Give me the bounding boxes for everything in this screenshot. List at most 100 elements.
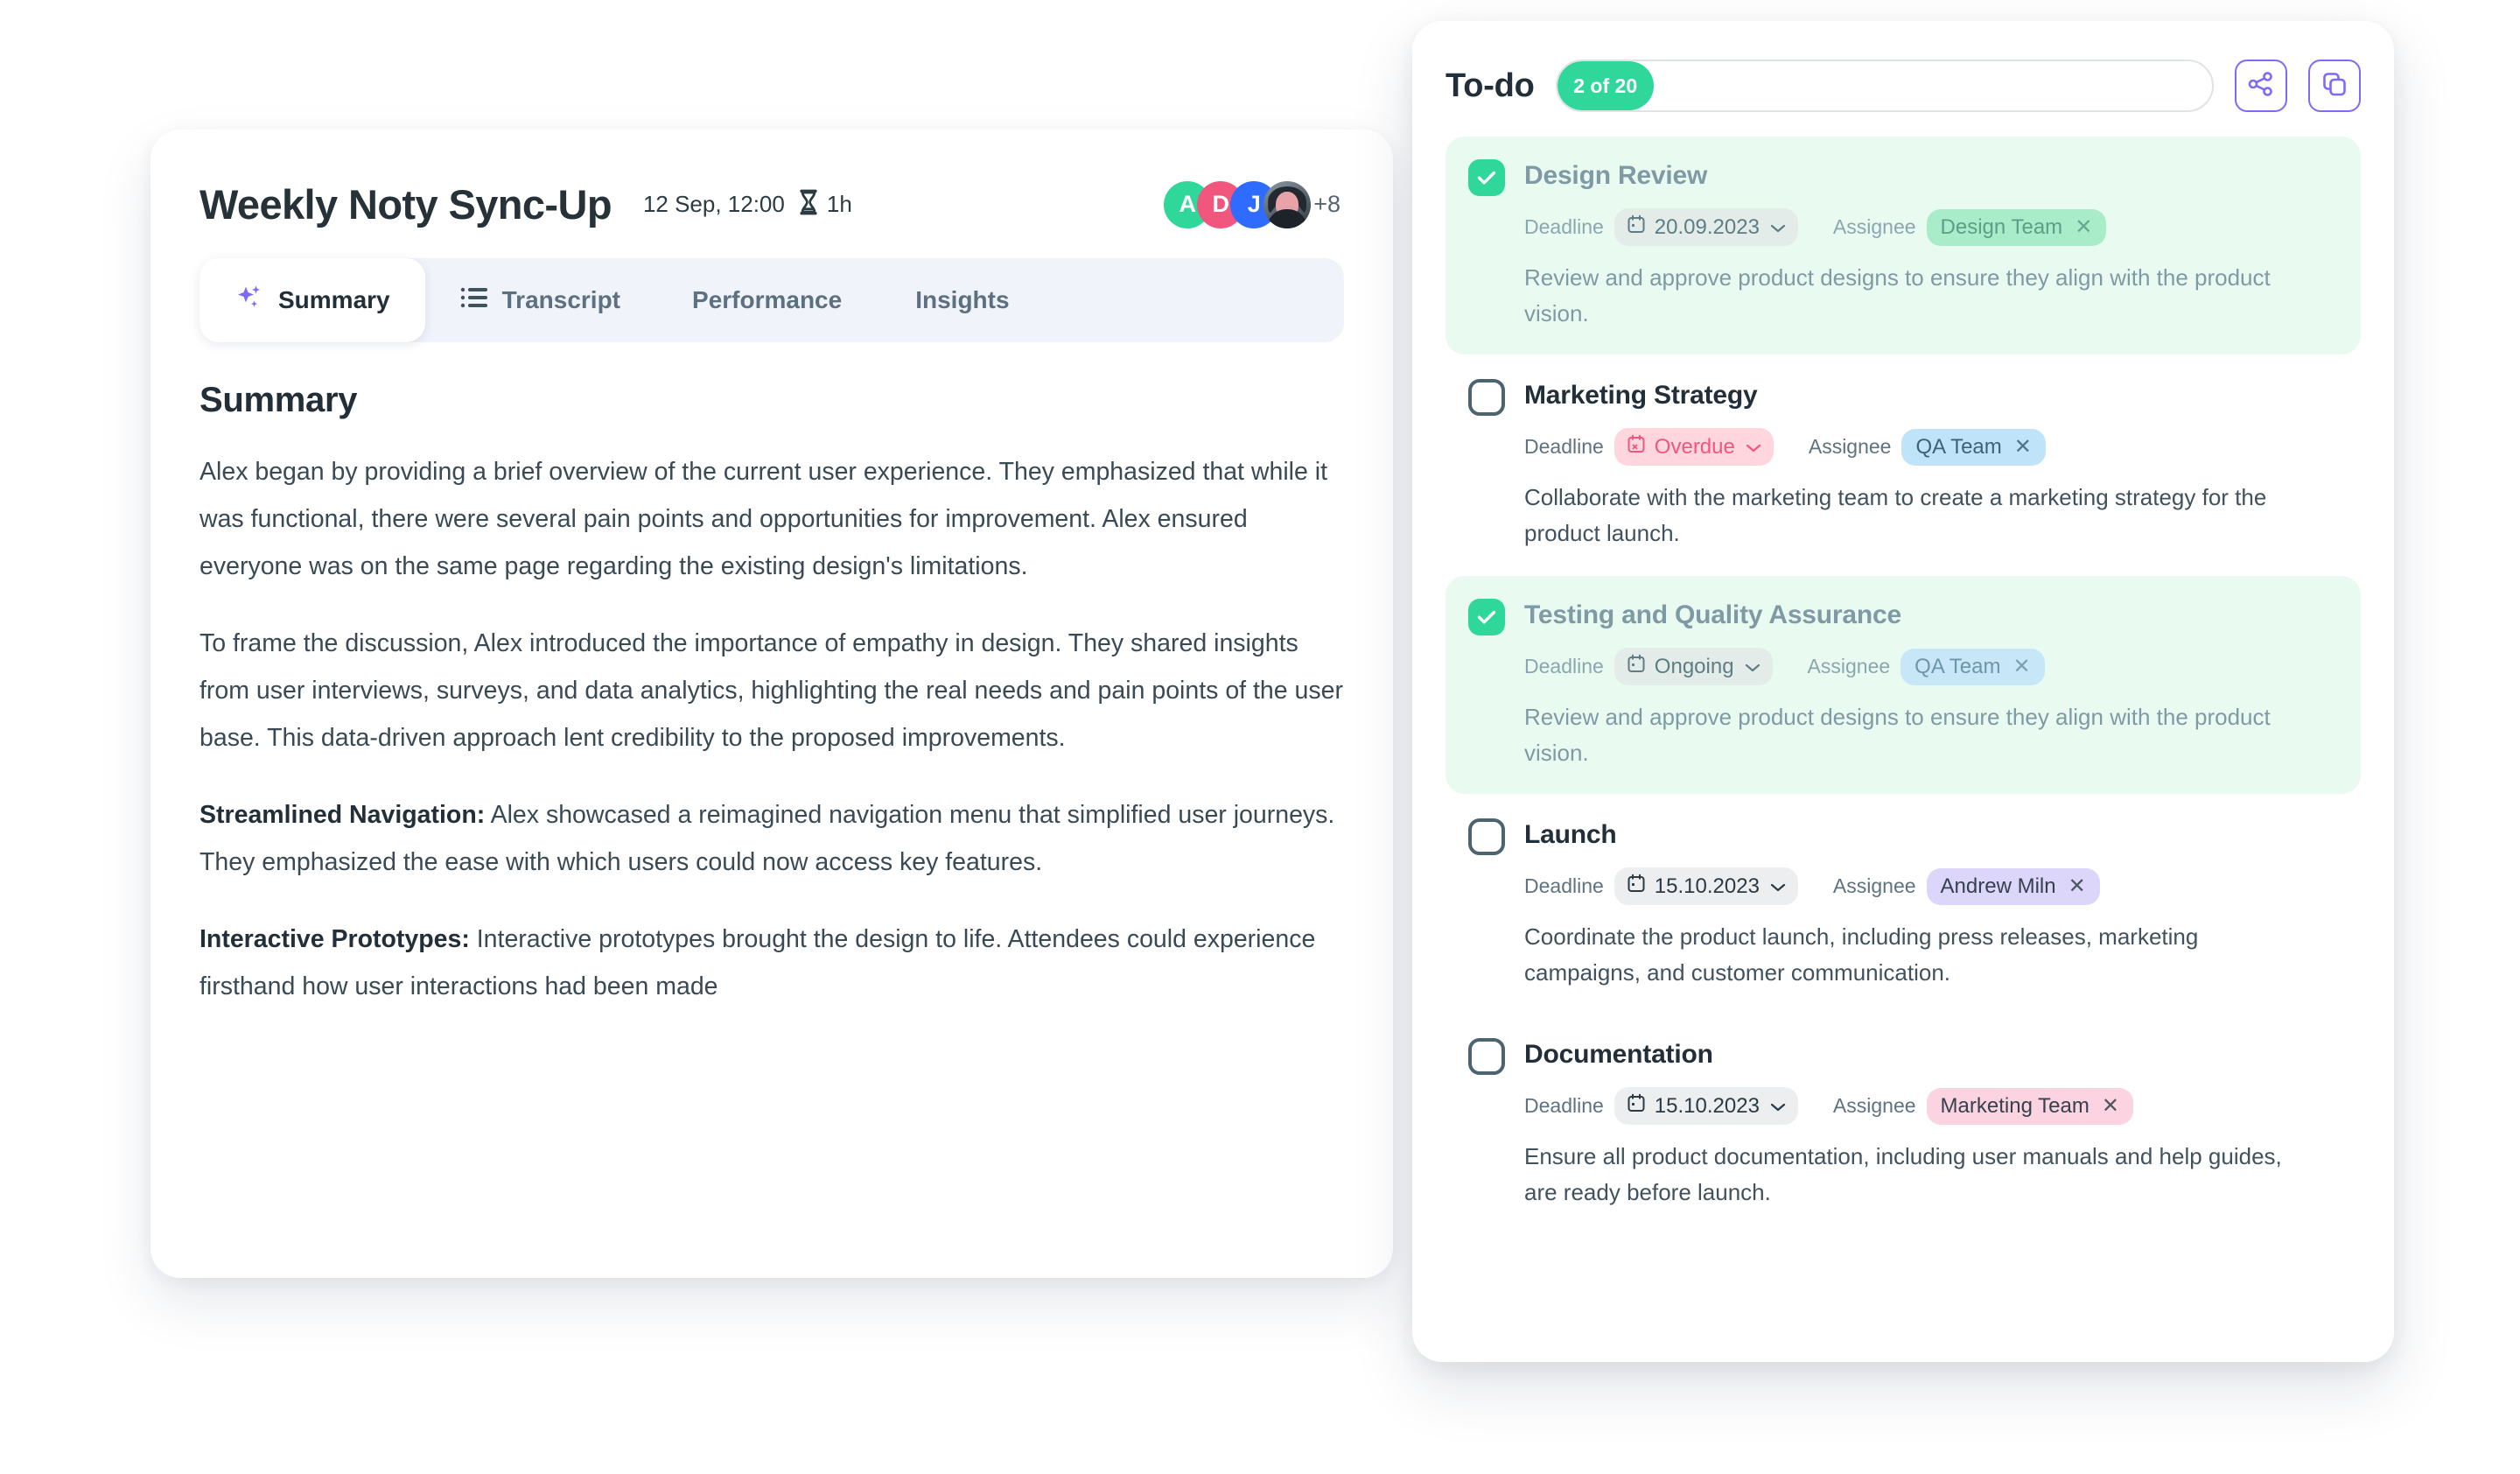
tab-performance[interactable]: Performance — [655, 258, 878, 342]
meeting-card: Weekly Noty Sync-Up 12 Sep, 12:00 1h A D… — [150, 130, 1393, 1278]
todo-checkbox-checked[interactable] — [1468, 159, 1505, 196]
todo-item[interactable]: Design Review Deadline 20.09.2023 Assign… — [1446, 137, 2361, 354]
assignee-chip[interactable]: QA Team ✕ — [1900, 648, 2045, 685]
tab-label: Insights — [915, 286, 1010, 313]
todo-checkbox-unchecked[interactable] — [1468, 818, 1505, 855]
remove-assignee-icon[interactable]: ✕ — [2102, 1095, 2119, 1117]
assignee-label: Assignee — [1808, 435, 1892, 458]
todo-item-body: Marketing Strategy Deadline Overdue Assi… — [1524, 377, 2338, 466]
todo-item[interactable]: Launch Deadline 15.10.2023 Assignee Andr… — [1446, 796, 2361, 1014]
summary-paragraph: Interactive Prototypes: Interactive prot… — [200, 916, 1344, 1010]
deadline-chip-overdue[interactable]: Overdue — [1614, 428, 1774, 466]
deadline-chip[interactable]: Ongoing — [1614, 648, 1773, 685]
deadline-label: Deadline — [1524, 215, 1604, 238]
deadline-value: 20.09.2023 — [1654, 214, 1760, 239]
assignee-label: Assignee — [1832, 1094, 1916, 1117]
avatar-initial: J — [1247, 191, 1261, 217]
todo-item-fields: Deadline 20.09.2023 Assignee Design Team… — [1524, 208, 2338, 246]
assignee-name: QA Team — [1914, 654, 2001, 678]
remove-assignee-icon[interactable]: ✕ — [2014, 436, 2032, 458]
todo-progress-fill: 2 of 20 — [1557, 61, 1654, 110]
todo-item-title: Documentation — [1524, 1040, 1713, 1069]
tab-insights[interactable]: Insights — [878, 258, 1046, 342]
todo-progress-bar: 2 of 20 — [1555, 60, 2214, 112]
assignee-name: Design Team — [1940, 214, 2063, 239]
avatar-photo[interactable] — [1264, 180, 1312, 228]
tab-summary[interactable]: Summary — [200, 258, 425, 342]
tab-label: Performance — [692, 286, 843, 313]
tab-bar: Summary Transcript Performance Insights — [200, 258, 1344, 342]
chevron-down-icon — [1770, 215, 1786, 240]
assignee-chip[interactable]: Design Team ✕ — [1926, 208, 2107, 246]
summary-paragraph: Streamlined Navigation: Alex showcased a… — [200, 791, 1344, 886]
todo-item-description: Review and approve product designs to en… — [1524, 704, 2271, 766]
calendar-icon — [1627, 1093, 1646, 1119]
avatar-initial: D — [1212, 191, 1229, 217]
calendar-icon — [1627, 654, 1646, 679]
meeting-date: 12 Sep, 12:00 — [642, 191, 785, 217]
todo-item-body: Launch Deadline 15.10.2023 Assignee Andr… — [1524, 817, 2338, 905]
todo-checkbox-unchecked[interactable] — [1468, 379, 1505, 416]
sparkle-icon — [234, 283, 264, 319]
hourglass-icon — [797, 188, 820, 221]
meeting-duration: 1h — [826, 191, 852, 217]
remove-assignee-icon[interactable]: ✕ — [2012, 656, 2030, 677]
todo-item-row: Launch Deadline 15.10.2023 Assignee Andr… — [1468, 817, 2338, 905]
assignee-label: Assignee — [1807, 655, 1891, 677]
todo-item-description: Collaborate with the marketing team to c… — [1524, 484, 2267, 546]
avatar-overflow-count[interactable]: +8 — [1313, 191, 1340, 218]
copy-button[interactable] — [2308, 60, 2361, 112]
todo-item[interactable]: Testing and Quality Assurance Deadline O… — [1446, 576, 2361, 794]
assignee-chip[interactable]: Andrew Miln ✕ — [1926, 867, 2100, 905]
summary-paragraph-text: Alex began by providing a brief overview… — [200, 458, 1328, 580]
todo-progress-label: 2 of 20 — [1573, 74, 1638, 97]
summary-paragraph-label: Interactive Prototypes: — [200, 925, 470, 953]
todo-item-row: Marketing Strategy Deadline Overdue Assi… — [1468, 377, 2338, 466]
todo-item-title: Launch — [1524, 820, 1617, 849]
chevron-down-icon — [1770, 874, 1786, 899]
summary-paragraph-label: Streamlined Navigation: — [200, 801, 486, 829]
deadline-chip[interactable]: 20.09.2023 — [1614, 208, 1798, 246]
deadline-label: Deadline — [1524, 435, 1604, 458]
todo-item-fields: Deadline 15.10.2023 — [1524, 867, 2338, 905]
calendar-icon — [1627, 874, 1646, 899]
todo-item-fields: Deadline Overdue Assignee QA Team ✕ — [1524, 428, 2338, 466]
deadline-chip[interactable]: 15.10.2023 — [1614, 1087, 1798, 1125]
summary-heading: Summary — [200, 381, 358, 419]
todo-checkbox-checked[interactable] — [1468, 599, 1505, 635]
summary-paragraph-text: To frame the discussion, Alex introduced… — [200, 629, 1343, 752]
todo-checkbox-unchecked[interactable] — [1468, 1038, 1505, 1075]
todo-item-body: Documentation Deadline 15.10.2023 Assign… — [1524, 1036, 2338, 1125]
assignee-name: QA Team — [1915, 434, 2002, 459]
todo-panel-title: To-do — [1446, 67, 1535, 104]
share-button[interactable] — [2235, 60, 2287, 112]
deadline-value: 15.10.2023 — [1654, 1093, 1760, 1118]
deadline-value: 15.10.2023 — [1654, 874, 1760, 898]
todo-item-fields: Deadline Ongoing Assignee QA Team ✕ — [1524, 648, 2338, 685]
assignee-label: Assignee — [1832, 215, 1916, 238]
todo-item-fields: Deadline 15.10.2023 — [1524, 1087, 2338, 1125]
deadline-chip[interactable]: 15.10.2023 — [1614, 867, 1798, 905]
todo-item[interactable]: Documentation Deadline 15.10.2023 Assign… — [1446, 1015, 2361, 1233]
deadline-label: Deadline — [1524, 655, 1604, 677]
todo-header: To-do 2 of 20 — [1446, 60, 2361, 112]
page-title: Weekly Noty Sync-Up — [200, 181, 612, 228]
attendee-avatars[interactable]: A D J +8 — [1164, 180, 1344, 228]
calendar-x-icon — [1627, 434, 1646, 460]
avatar-body — [1267, 208, 1308, 228]
assignee-chip[interactable]: Marketing Team ✕ — [1926, 1087, 2133, 1125]
remove-assignee-icon[interactable]: ✕ — [2068, 875, 2086, 897]
meeting-duration-group: 1h — [797, 188, 852, 221]
tab-label: Transcript — [501, 286, 621, 313]
todo-item-row: Documentation Deadline 15.10.2023 Assign… — [1468, 1036, 2338, 1125]
assignee-chip[interactable]: QA Team ✕ — [1901, 428, 2046, 466]
chevron-down-icon — [1746, 435, 1761, 460]
todo-item-title: Marketing Strategy — [1524, 381, 1758, 410]
todo-item[interactable]: Marketing Strategy Deadline Overdue Assi… — [1446, 356, 2361, 574]
todo-panel: To-do 2 of 20 Design Review Deadline 20.… — [1412, 21, 2394, 1362]
remove-assignee-icon[interactable]: ✕ — [2075, 216, 2092, 238]
share-icon — [2247, 70, 2275, 102]
deadline-value: Ongoing — [1654, 654, 1734, 678]
tab-transcript[interactable]: Transcript — [425, 258, 655, 342]
calendar-icon — [1627, 214, 1646, 240]
